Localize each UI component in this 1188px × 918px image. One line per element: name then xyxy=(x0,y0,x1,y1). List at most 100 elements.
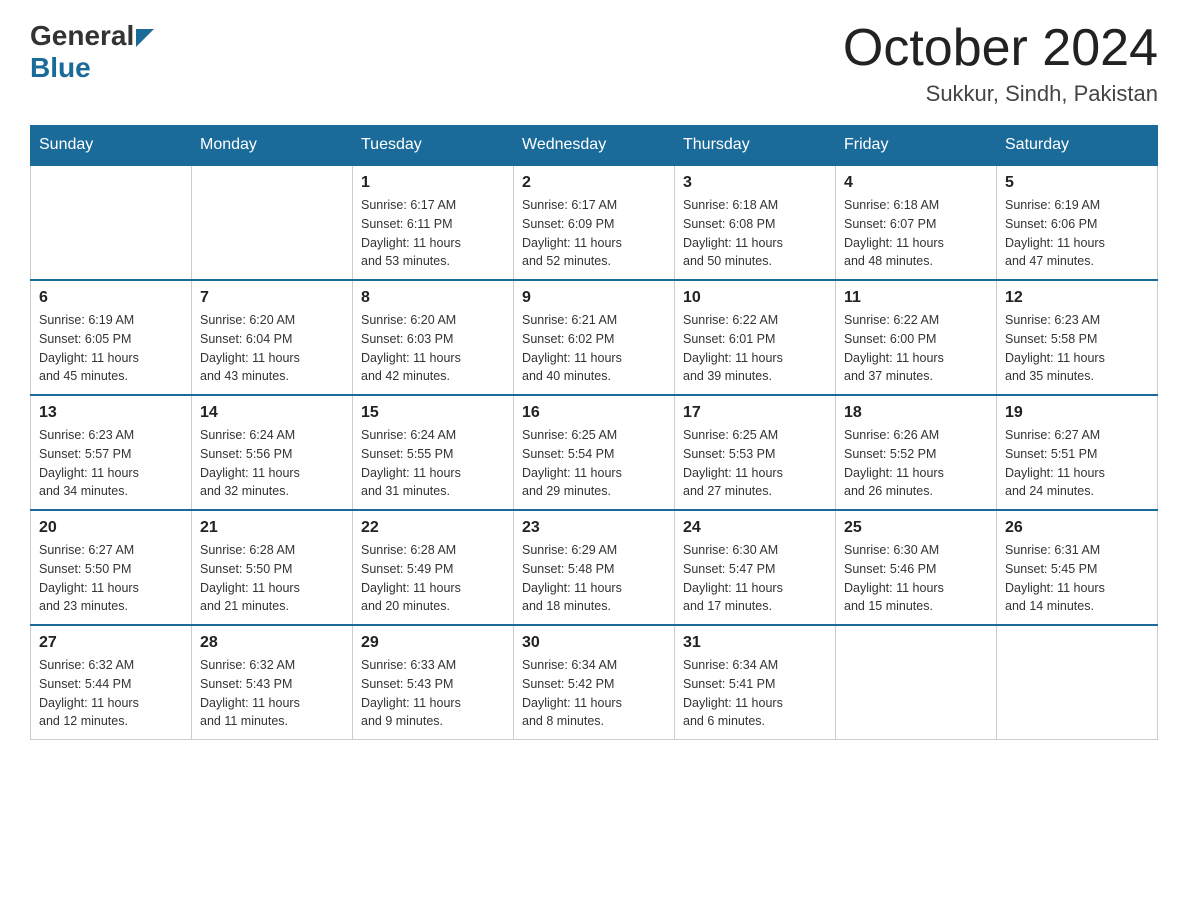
calendar-cell: 31 Sunrise: 6:34 AM Sunset: 5:41 PM Dayli… xyxy=(675,625,836,740)
weekday-header-tuesday: Tuesday xyxy=(353,126,514,166)
day-number: 15 xyxy=(361,404,505,422)
calendar-cell: 18 Sunrise: 6:26 AM Sunset: 5:52 PM Dayli… xyxy=(836,395,997,510)
day-info: Sunrise: 6:26 AM Sunset: 5:52 PM Dayligh… xyxy=(844,426,988,501)
logo: General Blue xyxy=(30,20,154,84)
day-info: Sunrise: 6:33 AM Sunset: 5:43 PM Dayligh… xyxy=(361,656,505,731)
calendar-cell: 9 Sunrise: 6:21 AM Sunset: 6:02 PM Daylig… xyxy=(514,280,675,395)
calendar-table: SundayMondayTuesdayWednesdayThursdayFrid… xyxy=(30,125,1158,740)
day-info: Sunrise: 6:24 AM Sunset: 5:56 PM Dayligh… xyxy=(200,426,344,501)
day-number: 10 xyxy=(683,289,827,307)
calendar-cell: 23 Sunrise: 6:29 AM Sunset: 5:48 PM Dayli… xyxy=(514,510,675,625)
day-info: Sunrise: 6:17 AM Sunset: 6:09 PM Dayligh… xyxy=(522,196,666,271)
day-info: Sunrise: 6:17 AM Sunset: 6:11 PM Dayligh… xyxy=(361,196,505,271)
day-info: Sunrise: 6:21 AM Sunset: 6:02 PM Dayligh… xyxy=(522,311,666,386)
weekday-header-sunday: Sunday xyxy=(31,126,192,166)
page-header: General Blue October 2024 Sukkur, Sindh,… xyxy=(30,20,1158,107)
day-info: Sunrise: 6:20 AM Sunset: 6:03 PM Dayligh… xyxy=(361,311,505,386)
day-info: Sunrise: 6:28 AM Sunset: 5:50 PM Dayligh… xyxy=(200,541,344,616)
day-number: 14 xyxy=(200,404,344,422)
day-info: Sunrise: 6:32 AM Sunset: 5:44 PM Dayligh… xyxy=(39,656,183,731)
calendar-cell: 24 Sunrise: 6:30 AM Sunset: 5:47 PM Dayli… xyxy=(675,510,836,625)
day-info: Sunrise: 6:23 AM Sunset: 5:57 PM Dayligh… xyxy=(39,426,183,501)
calendar-title: October 2024 xyxy=(843,20,1158,77)
day-number: 3 xyxy=(683,174,827,192)
day-number: 8 xyxy=(361,289,505,307)
day-number: 23 xyxy=(522,519,666,537)
day-number: 4 xyxy=(844,174,988,192)
day-info: Sunrise: 6:24 AM Sunset: 5:55 PM Dayligh… xyxy=(361,426,505,501)
weekday-header-thursday: Thursday xyxy=(675,126,836,166)
day-info: Sunrise: 6:32 AM Sunset: 5:43 PM Dayligh… xyxy=(200,656,344,731)
calendar-cell: 5 Sunrise: 6:19 AM Sunset: 6:06 PM Daylig… xyxy=(997,165,1158,280)
calendar-cell: 4Sunrise: 6:18 AM Sunset: 6:07 PM Daylig… xyxy=(836,165,997,280)
day-info: Sunrise: 6:23 AM Sunset: 5:58 PM Dayligh… xyxy=(1005,311,1149,386)
day-number: 6 xyxy=(39,289,183,307)
calendar-week-row: 27 Sunrise: 6:32 AM Sunset: 5:44 PM Dayli… xyxy=(31,625,1158,740)
calendar-cell: 10 Sunrise: 6:22 AM Sunset: 6:01 PM Dayli… xyxy=(675,280,836,395)
calendar-cell: 13 Sunrise: 6:23 AM Sunset: 5:57 PM Dayli… xyxy=(31,395,192,510)
day-info: Sunrise: 6:25 AM Sunset: 5:54 PM Dayligh… xyxy=(522,426,666,501)
day-info: Sunrise: 6:20 AM Sunset: 6:04 PM Dayligh… xyxy=(200,311,344,386)
logo-blue-text: Blue xyxy=(30,52,91,83)
calendar-cell: 17Sunrise: 6:25 AM Sunset: 5:53 PM Dayli… xyxy=(675,395,836,510)
day-info: Sunrise: 6:19 AM Sunset: 6:05 PM Dayligh… xyxy=(39,311,183,386)
day-number: 21 xyxy=(200,519,344,537)
day-info: Sunrise: 6:29 AM Sunset: 5:48 PM Dayligh… xyxy=(522,541,666,616)
calendar-cell: 21 Sunrise: 6:28 AM Sunset: 5:50 PM Dayli… xyxy=(192,510,353,625)
day-info: Sunrise: 6:30 AM Sunset: 5:47 PM Dayligh… xyxy=(683,541,827,616)
day-number: 19 xyxy=(1005,404,1149,422)
title-section: October 2024 Sukkur, Sindh, Pakistan xyxy=(843,20,1158,107)
weekday-header-row: SundayMondayTuesdayWednesdayThursdayFrid… xyxy=(31,126,1158,166)
calendar-cell: 19 Sunrise: 6:27 AM Sunset: 5:51 PM Dayli… xyxy=(997,395,1158,510)
day-info: Sunrise: 6:30 AM Sunset: 5:46 PM Dayligh… xyxy=(844,541,988,616)
day-number: 18 xyxy=(844,404,988,422)
day-number: 22 xyxy=(361,519,505,537)
logo-general-text: General xyxy=(30,20,134,52)
day-info: Sunrise: 6:27 AM Sunset: 5:50 PM Dayligh… xyxy=(39,541,183,616)
calendar-cell: 2Sunrise: 6:17 AM Sunset: 6:09 PM Daylig… xyxy=(514,165,675,280)
logo-arrow-icon xyxy=(136,29,154,47)
calendar-cell: 1 Sunrise: 6:17 AM Sunset: 6:11 PM Daylig… xyxy=(353,165,514,280)
calendar-cell: 7Sunrise: 6:20 AM Sunset: 6:04 PM Daylig… xyxy=(192,280,353,395)
day-info: Sunrise: 6:34 AM Sunset: 5:42 PM Dayligh… xyxy=(522,656,666,731)
day-info: Sunrise: 6:22 AM Sunset: 6:00 PM Dayligh… xyxy=(844,311,988,386)
day-number: 27 xyxy=(39,634,183,652)
calendar-cell: 30Sunrise: 6:34 AM Sunset: 5:42 PM Dayli… xyxy=(514,625,675,740)
calendar-week-row: 6 Sunrise: 6:19 AM Sunset: 6:05 PM Daylig… xyxy=(31,280,1158,395)
day-info: Sunrise: 6:34 AM Sunset: 5:41 PM Dayligh… xyxy=(683,656,827,731)
day-number: 28 xyxy=(200,634,344,652)
calendar-week-row: 20 Sunrise: 6:27 AM Sunset: 5:50 PM Dayli… xyxy=(31,510,1158,625)
day-info: Sunrise: 6:22 AM Sunset: 6:01 PM Dayligh… xyxy=(683,311,827,386)
day-number: 5 xyxy=(1005,174,1149,192)
calendar-cell: 28 Sunrise: 6:32 AM Sunset: 5:43 PM Dayli… xyxy=(192,625,353,740)
day-number: 24 xyxy=(683,519,827,537)
day-number: 9 xyxy=(522,289,666,307)
weekday-header-friday: Friday xyxy=(836,126,997,166)
weekday-header-monday: Monday xyxy=(192,126,353,166)
calendar-cell: 25Sunrise: 6:30 AM Sunset: 5:46 PM Dayli… xyxy=(836,510,997,625)
calendar-cell: 12Sunrise: 6:23 AM Sunset: 5:58 PM Dayli… xyxy=(997,280,1158,395)
day-info: Sunrise: 6:28 AM Sunset: 5:49 PM Dayligh… xyxy=(361,541,505,616)
day-info: Sunrise: 6:27 AM Sunset: 5:51 PM Dayligh… xyxy=(1005,426,1149,501)
calendar-cell: 3 Sunrise: 6:18 AM Sunset: 6:08 PM Daylig… xyxy=(675,165,836,280)
calendar-cell xyxy=(192,165,353,280)
calendar-week-row: 13 Sunrise: 6:23 AM Sunset: 5:57 PM Dayli… xyxy=(31,395,1158,510)
calendar-cell: 16Sunrise: 6:25 AM Sunset: 5:54 PM Dayli… xyxy=(514,395,675,510)
calendar-cell: 15 Sunrise: 6:24 AM Sunset: 5:55 PM Dayli… xyxy=(353,395,514,510)
weekday-header-saturday: Saturday xyxy=(997,126,1158,166)
calendar-cell xyxy=(997,625,1158,740)
day-number: 1 xyxy=(361,174,505,192)
weekday-header-wednesday: Wednesday xyxy=(514,126,675,166)
calendar-cell xyxy=(836,625,997,740)
calendar-week-row: 1 Sunrise: 6:17 AM Sunset: 6:11 PM Daylig… xyxy=(31,165,1158,280)
calendar-cell: 26Sunrise: 6:31 AM Sunset: 5:45 PM Dayli… xyxy=(997,510,1158,625)
day-number: 20 xyxy=(39,519,183,537)
day-number: 31 xyxy=(683,634,827,652)
day-info: Sunrise: 6:18 AM Sunset: 6:08 PM Dayligh… xyxy=(683,196,827,271)
calendar-subtitle: Sukkur, Sindh, Pakistan xyxy=(843,81,1158,107)
day-number: 26 xyxy=(1005,519,1149,537)
calendar-cell: 29Sunrise: 6:33 AM Sunset: 5:43 PM Dayli… xyxy=(353,625,514,740)
day-number: 13 xyxy=(39,404,183,422)
day-info: Sunrise: 6:19 AM Sunset: 6:06 PM Dayligh… xyxy=(1005,196,1149,271)
calendar-cell: 22 Sunrise: 6:28 AM Sunset: 5:49 PM Dayli… xyxy=(353,510,514,625)
